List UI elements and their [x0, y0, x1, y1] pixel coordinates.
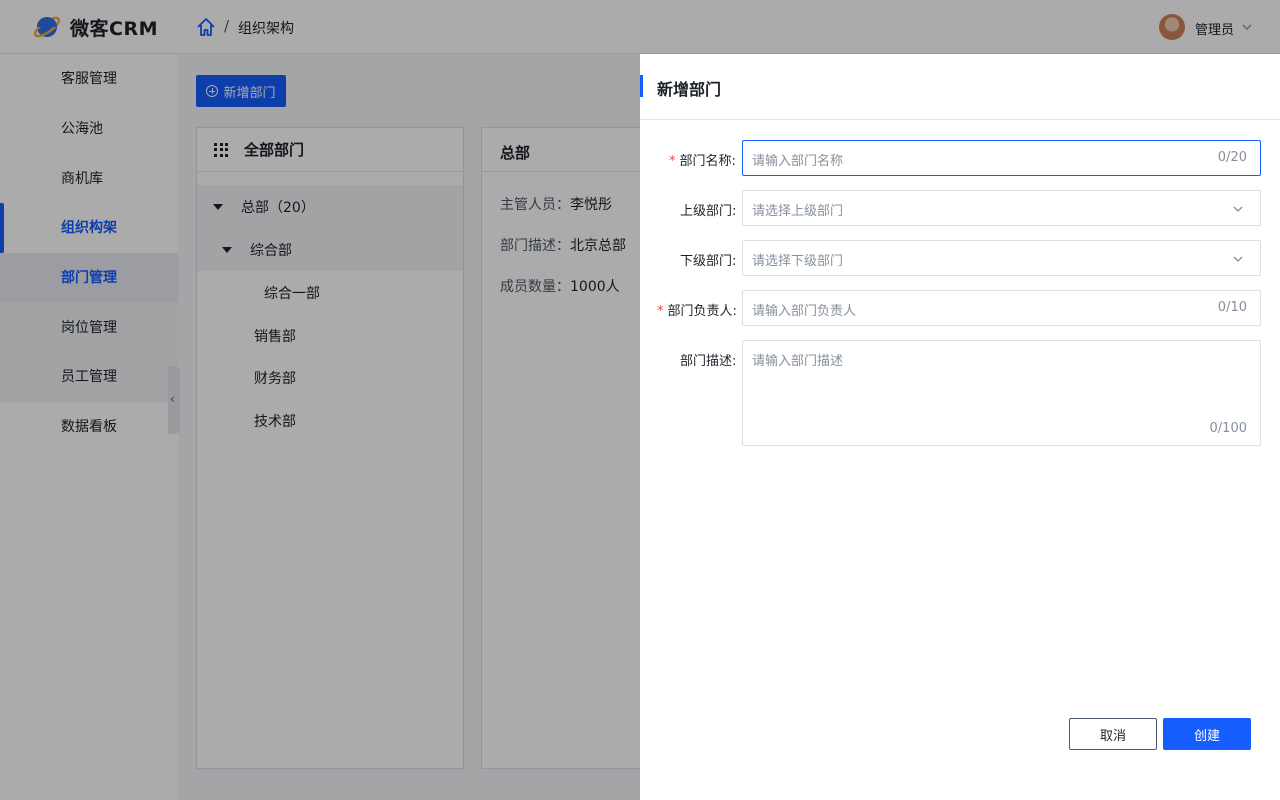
drawer-title: 新增部门: [657, 80, 722, 99]
chevron-down-icon: [1233, 256, 1243, 262]
child-department-label: 下级部门:: [680, 254, 737, 269]
cancel-button[interactable]: 取消: [1069, 718, 1157, 750]
parent-department-label: 上级部门:: [680, 204, 737, 219]
department-leader-input[interactable]: 请输入部门负责人 0/10: [742, 290, 1261, 326]
department-name-label: * 部门名称:: [669, 150, 736, 169]
department-leader-counter: 0/10: [1217, 300, 1247, 315]
child-department-placeholder: 请选择下级部门: [752, 254, 844, 269]
department-description-label: 部门描述:: [680, 354, 737, 369]
child-department-select[interactable]: 请选择下级部门: [742, 240, 1261, 276]
add-department-drawer: 新增部门 * 部门名称: 请输入部门名称 0/20 上级部门: 请选择上级部门 下…: [640, 54, 1280, 800]
title-accent-bar: [640, 75, 643, 97]
parent-department-select[interactable]: 请选择上级部门: [742, 190, 1261, 226]
department-description-textarea[interactable]: 请输入部门描述 0/100: [742, 340, 1261, 446]
department-name-label-text: 部门名称:: [679, 154, 736, 169]
department-leader-label-text: 部门负责人:: [667, 304, 737, 319]
divider: [640, 119, 1280, 120]
parent-department-placeholder: 请选择上级部门: [752, 204, 844, 219]
required-mark: *: [669, 154, 676, 169]
required-mark: *: [657, 304, 664, 319]
department-name-counter: 0/20: [1217, 150, 1247, 165]
chevron-down-icon: [1233, 206, 1243, 212]
department-name-placeholder: 请输入部门名称: [752, 154, 844, 169]
department-description-counter: 0/100: [1209, 421, 1247, 436]
department-leader-placeholder: 请输入部门负责人: [752, 304, 857, 319]
department-name-input[interactable]: 请输入部门名称 0/20: [742, 140, 1261, 176]
create-button[interactable]: 创建: [1163, 718, 1251, 750]
department-leader-label: * 部门负责人:: [657, 300, 737, 319]
department-description-placeholder: 请输入部门描述: [752, 354, 844, 369]
